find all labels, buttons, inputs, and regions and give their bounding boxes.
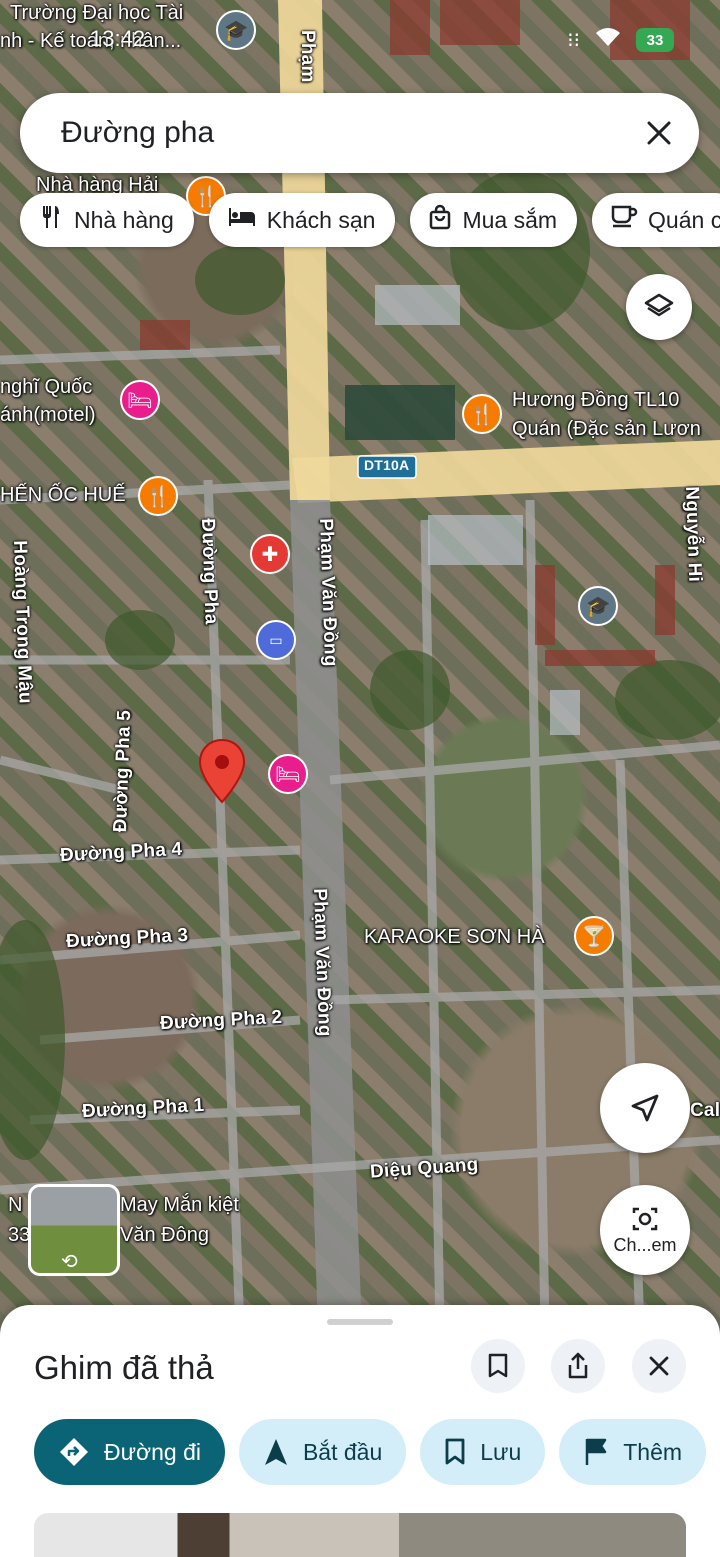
close-icon [649,1356,669,1376]
camera-search-button[interactable]: Ch...em [600,1185,690,1275]
save-button[interactable] [471,1339,525,1393]
coffee-icon [610,204,638,236]
place-label-33: 33 [8,1224,31,1246]
place-label-huong-dong: Hương Đồng TL10 [512,389,680,411]
close-icon [647,121,671,145]
layers-button[interactable] [626,274,692,340]
battery-icon: 33 [636,28,674,52]
place-label-nghi-quoc: nghĩ Quốc [0,376,93,398]
category-chips: Nhà hàng Khách sạn Mua sắm Quán c [20,193,720,247]
chip-coffee[interactable]: Quán c [592,193,720,247]
chip-label: Khách sạn [266,206,376,233]
layers-icon [644,293,674,317]
flag-icon [586,1438,607,1465]
place-label-karaoke: KARAOKE SƠN HÀ [364,926,545,948]
street-label-duong-pha: Đường Pha [197,518,222,625]
school-poi-icon[interactable]: 🎓 [578,586,618,626]
chip-hotels[interactable]: Khách sạn [208,193,396,247]
wifi-icon [594,26,622,54]
restaurant-icon [38,204,64,236]
place-label-may-man-2: Văn Đông [120,1224,209,1246]
share-button[interactable] [551,1339,605,1393]
street-label-nguyen: Nguyễn Hi [681,486,706,583]
bottom-sheet[interactable]: Ghim đã thả Đường đi Bắt đầu Lưu Thêm [0,1305,720,1557]
route-shield-dt10a: DT10A [364,457,410,473]
save-action-button[interactable]: Lưu [420,1419,546,1485]
place-label-nghi-quoc-2: ánh(motel) [0,404,96,426]
dropped-pin-icon[interactable] [198,738,246,804]
dots-icon: ⁝⁝ [567,29,580,52]
shopping-icon [428,204,452,236]
status-bar: 13:42 ⁝⁝ 33 [0,0,720,80]
search-bar[interactable]: Đường pha [20,93,699,173]
more-label: Thêm [623,1438,683,1465]
close-sheet-button[interactable] [632,1339,686,1393]
clear-search-button[interactable] [629,103,689,163]
bookmark-icon [445,1438,465,1465]
place-photo-strip[interactable] [34,1513,686,1557]
place-label-huong-dong-2: Quán (Đặc sản Lươn [512,418,701,440]
start-button[interactable]: Bắt đầu [238,1419,407,1485]
status-time: 13:42 [90,26,146,51]
search-input[interactable]: Đường pha [61,116,629,150]
share-icon [568,1352,588,1379]
start-label: Bắt đầu [302,1438,383,1465]
navigation-arrow-icon [631,1094,659,1122]
chip-restaurants[interactable]: Nhà hàng [20,193,194,247]
my-location-button[interactable] [600,1063,690,1153]
street-view-rotate-icon: ⟲ [61,1251,78,1273]
directions-label: Đường đi [104,1438,201,1465]
hotel-poi-icon-2[interactable]: 🛏 [268,754,308,794]
restaurant-poi-icon-3[interactable]: 🍴 [138,476,178,516]
street-view-thumbnail[interactable]: ⟲ [28,1184,120,1276]
atm-poi-icon[interactable]: ▭ [256,620,296,660]
sheet-drag-handle[interactable] [327,1319,393,1325]
pharmacy-poi-icon[interactable]: ✚ [250,534,290,574]
camera-icon [632,1207,658,1230]
bookmark-icon [488,1353,508,1378]
street-label-cal: Cal [690,1100,720,1121]
navigation-start-icon [264,1439,287,1465]
hotel-poi-icon[interactable]: 🛏 [120,380,160,420]
chip-shopping[interactable]: Mua sắm [410,193,578,247]
sheet-title: Ghim đã thả [34,1349,214,1386]
chip-label: Quán c [648,206,720,233]
more-button[interactable]: Thêm [559,1419,707,1485]
save-label: Lưu [480,1438,522,1465]
camera-button-label: Ch...em [613,1234,677,1255]
directions-icon [60,1438,88,1466]
action-buttons: Đường đi Bắt đầu Lưu Thêm [34,1419,707,1485]
battery-level: 33 [646,31,664,49]
restaurant-poi-icon-2[interactable]: 🍴 [462,394,502,434]
directions-button[interactable]: Đường đi [34,1419,225,1485]
place-label-n: N [8,1194,23,1216]
place-label-oc-hue: HẾN ỐC HUẾ [0,484,126,506]
place-label-may-man: May Mắn kiệt [120,1194,239,1216]
bar-poi-icon[interactable]: 🍸 [574,916,614,956]
street-label-duong-pha-5: Đường Pha 5 [110,709,136,833]
chip-label: Mua sắm [462,206,558,233]
hotel-icon [227,206,257,234]
chip-label: Nhà hàng [74,206,174,233]
